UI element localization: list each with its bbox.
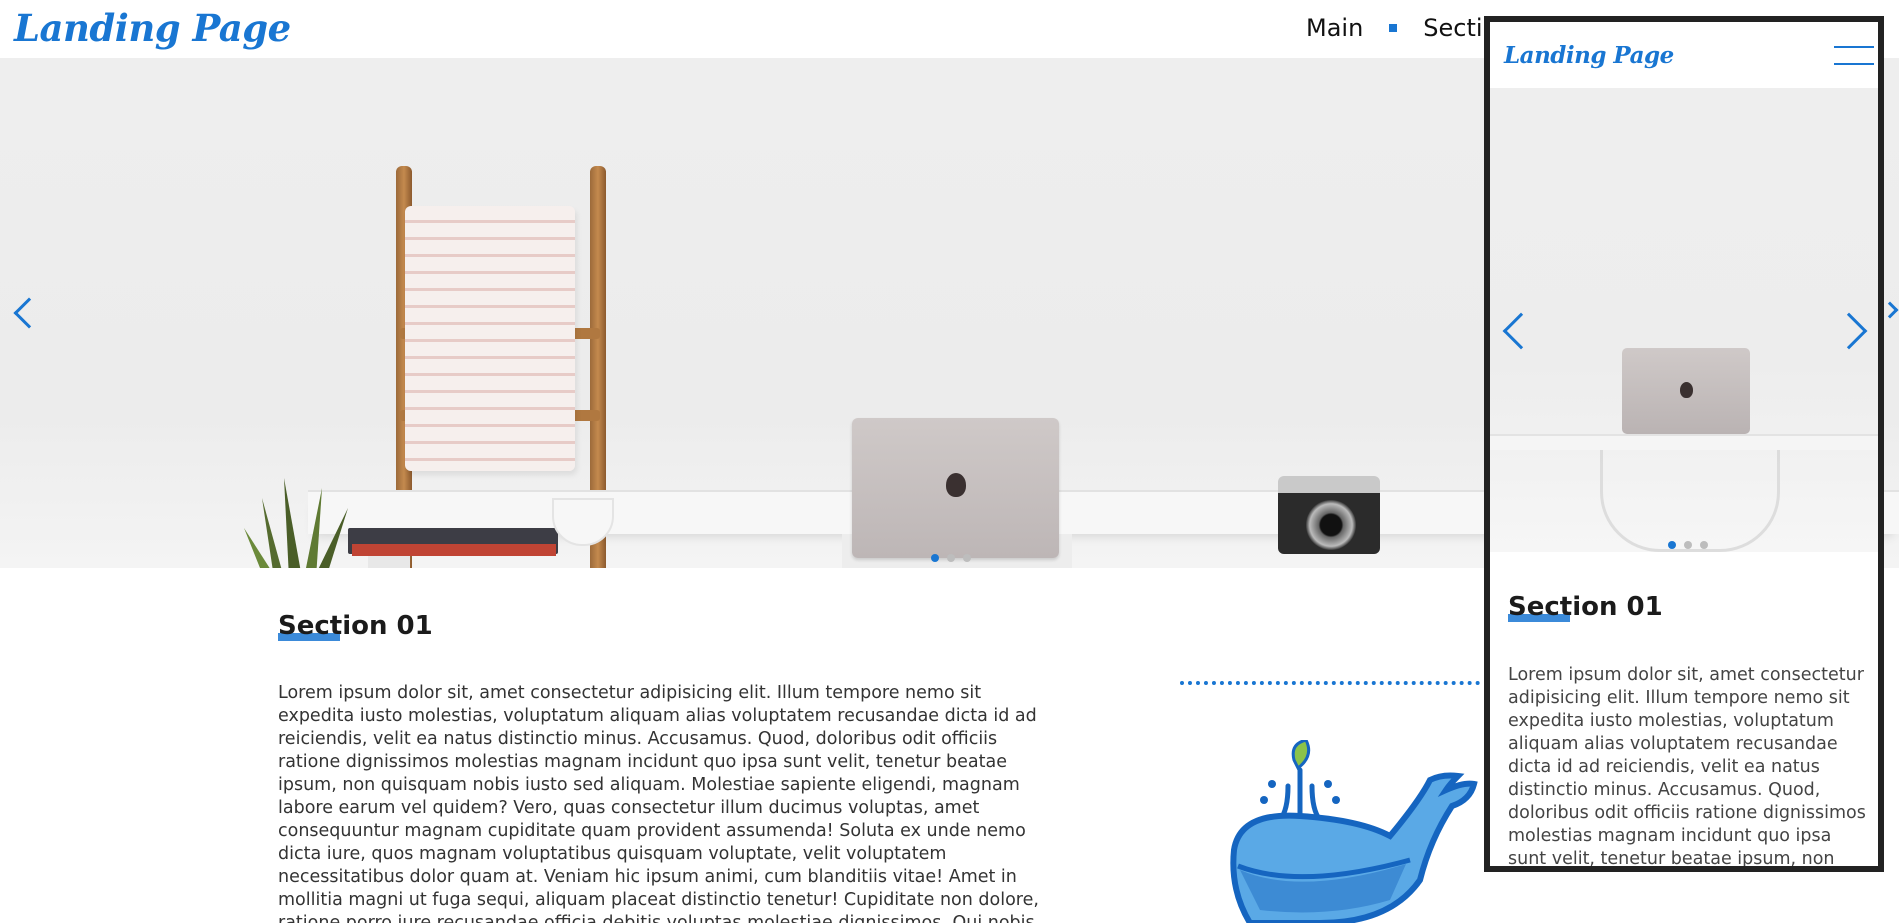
hero-towel bbox=[405, 206, 575, 471]
plant-image bbox=[244, 478, 348, 568]
camera-lens bbox=[1306, 500, 1356, 550]
nav-item-section[interactable]: Secti bbox=[1423, 14, 1482, 42]
mobile-slider-next-button[interactable] bbox=[1830, 312, 1868, 350]
section-body-text: Lorem ipsum dolor sit, amet consectetur … bbox=[278, 683, 1041, 923]
mobile-header: Landing Page bbox=[1490, 22, 1878, 88]
site-logo[interactable]: Landing Page bbox=[14, 6, 291, 50]
slider-dot-3[interactable] bbox=[963, 554, 971, 562]
nav-separator bbox=[1389, 24, 1398, 32]
slider-dot-2[interactable] bbox=[947, 554, 955, 562]
main-nav: Main Secti bbox=[1306, 14, 1483, 42]
mobile-section-body-text: Lorem ipsum dolor sit, amet consectetur … bbox=[1508, 665, 1866, 869]
mobile-slider-dot-2[interactable] bbox=[1684, 541, 1692, 549]
apple-logo-icon bbox=[946, 473, 966, 497]
mobile-slider-dot-3[interactable] bbox=[1700, 541, 1708, 549]
mobile-hero-chair bbox=[1600, 450, 1780, 552]
laptop-image bbox=[852, 418, 1059, 558]
slider-prev-button[interactable] bbox=[13, 297, 45, 329]
landing-page: Landing Page Main Secti Section 01 Lorem… bbox=[0, 0, 1899, 923]
slider-dot-1[interactable] bbox=[931, 554, 939, 562]
mobile-slider-dot-1[interactable] bbox=[1668, 541, 1676, 549]
mobile-section-title: Section 01 bbox=[1508, 592, 1663, 622]
mobile-slider-prev-button[interactable] bbox=[1502, 312, 1540, 350]
camera-image bbox=[1278, 476, 1380, 554]
whale-icon bbox=[1230, 740, 1478, 923]
dotted-divider bbox=[1180, 681, 1480, 685]
mobile-logo[interactable]: Landing Page bbox=[1504, 42, 1674, 69]
nav-item-main[interactable]: Main bbox=[1306, 14, 1363, 42]
mobile-hero-slider bbox=[1490, 88, 1878, 552]
book-stack bbox=[352, 544, 556, 556]
section-title: Section 01 bbox=[278, 611, 433, 641]
mobile-hero-desk bbox=[1490, 434, 1878, 450]
apple-logo-icon bbox=[1680, 382, 1693, 398]
mobile-preview-frame: Landing Page Section 01 Lorem ipsum dolo… bbox=[1484, 16, 1884, 872]
mobile-slider-pagination bbox=[1668, 541, 1708, 549]
slider-pagination bbox=[931, 554, 971, 562]
hamburger-menu-icon[interactable] bbox=[1834, 46, 1874, 68]
mobile-laptop-image bbox=[1622, 348, 1750, 434]
